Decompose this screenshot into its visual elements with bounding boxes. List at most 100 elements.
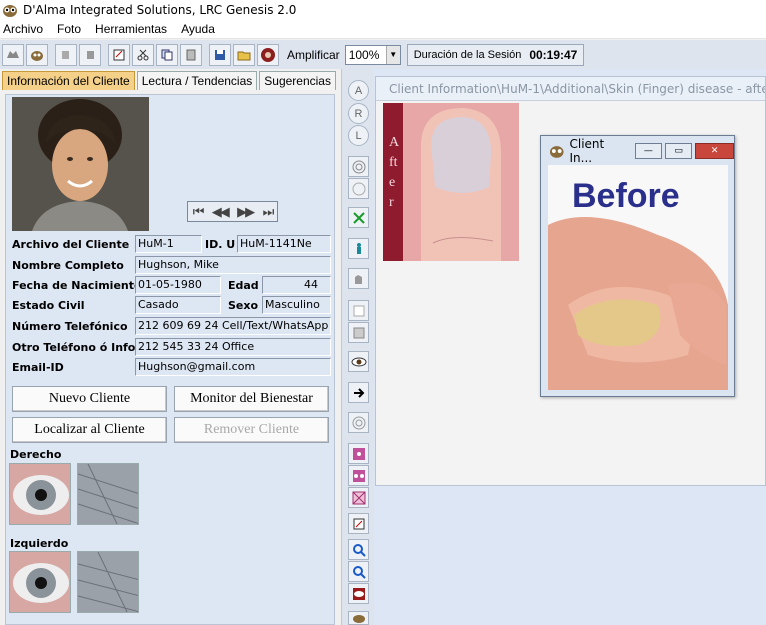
sex-label: Sexo xyxy=(228,299,259,312)
owl-icon[interactable] xyxy=(26,43,48,66)
restore-icon[interactable]: ▭ xyxy=(664,143,693,159)
save-icon[interactable] xyxy=(209,43,231,66)
copy-icon[interactable] xyxy=(156,43,178,66)
wolf-icon[interactable] xyxy=(2,43,24,66)
iris-icon[interactable] xyxy=(257,43,279,66)
menu-foto[interactable]: Foto xyxy=(57,22,88,36)
record-navigation[interactable]: ⏮ ◀◀ ▶▶ ⏭ xyxy=(187,201,278,222)
session-label: Duración de la Sesión xyxy=(413,48,522,61)
name-label: Nombre Completo xyxy=(12,259,124,272)
left-iris-detail-image[interactable] xyxy=(77,551,139,613)
id-field[interactable]: HuM-1141Ne xyxy=(237,235,331,253)
file-label: Archivo del Cliente xyxy=(12,238,130,251)
client-window-title: Client Information\HuM-1\Additional\Skin… xyxy=(389,81,765,96)
redo-icon[interactable] xyxy=(79,43,101,66)
chevron-down-icon[interactable]: ▼ xyxy=(385,45,400,64)
menu-herramientas[interactable]: Herramientas xyxy=(95,22,174,36)
zoom-label: Amplificar xyxy=(287,47,340,62)
owl-logo-icon xyxy=(3,4,17,17)
tab-strip: Información del Cliente Lectura / Tenden… xyxy=(2,71,338,92)
right-iris-image[interactable] xyxy=(9,463,71,525)
age-field[interactable]: 44 xyxy=(262,276,331,294)
menu-ayuda[interactable]: Ayuda xyxy=(181,22,222,36)
edit-image-icon[interactable] xyxy=(348,513,369,534)
age-label: Edad xyxy=(228,279,259,292)
client-window-titlebar[interactable]: Client Information\HuM-1\Additional\Skin… xyxy=(376,77,765,101)
main-toolbar: Amplificar 100% ▼ Duración de la Sesión … xyxy=(0,40,766,69)
menu-archivo[interactable]: Archivo xyxy=(3,22,50,36)
hand-icon[interactable] xyxy=(348,268,369,289)
minimize-icon[interactable]: — xyxy=(634,143,662,159)
dob-field[interactable]: 01-05-1980 xyxy=(135,276,221,294)
dob-label: Fecha de Nacimiento xyxy=(12,279,142,292)
iris-point-icon[interactable] xyxy=(348,443,369,464)
tab-readings[interactable]: Lectura / Tendencias xyxy=(136,71,258,90)
ring-target-icon[interactable] xyxy=(348,412,369,433)
open-folder-icon[interactable] xyxy=(233,43,255,66)
first-record-icon[interactable]: ⏮ xyxy=(193,204,205,220)
vertical-toolbar: A R L xyxy=(341,69,374,625)
blank-page-icon[interactable] xyxy=(348,300,369,321)
figure-icon[interactable] xyxy=(348,238,369,259)
dual-iris-icon[interactable] xyxy=(348,465,369,486)
civil-status-label: Estado Civil xyxy=(12,299,85,312)
zoom-value: 100% xyxy=(348,47,380,62)
sex-field[interactable]: Masculino xyxy=(262,296,331,314)
tab-client-info[interactable]: Información del Cliente xyxy=(2,71,135,90)
left-eye-label: Izquierdo xyxy=(10,537,69,550)
last-record-icon[interactable]: ⏭ xyxy=(263,204,275,220)
paste-icon[interactable] xyxy=(180,43,202,66)
new-client-button[interactable]: Nuevo Cliente xyxy=(12,386,167,412)
before-label: Before xyxy=(572,177,680,215)
title-bar: D'Alma Integrated Solutions, LRC Genesis… xyxy=(0,0,766,19)
undo-icon[interactable] xyxy=(55,43,77,66)
owl-bottom-icon[interactable] xyxy=(348,611,369,625)
previous-record-icon[interactable]: ◀◀ xyxy=(212,204,230,220)
email-field[interactable]: Hughson@gmail.com xyxy=(135,358,331,376)
session-time: 00:19:47 xyxy=(529,47,578,62)
left-iris-image[interactable] xyxy=(9,551,71,613)
ring-icon[interactable] xyxy=(348,178,369,199)
disk-icon[interactable] xyxy=(348,322,369,343)
cut-icon[interactable] xyxy=(132,43,154,66)
grid-pattern-icon[interactable] xyxy=(348,487,369,508)
view-eye-icon[interactable] xyxy=(348,583,369,604)
phone-field[interactable]: 212 609 69 24 Cell/Text/WhatsApp xyxy=(135,317,331,335)
civil-status-field[interactable]: Casado xyxy=(135,296,221,314)
phone2-field[interactable]: 212 545 33 24 Office xyxy=(135,338,331,356)
right-eye-label: Derecho xyxy=(10,448,62,461)
tab-suggestions[interactable]: Sugerencias xyxy=(259,71,336,90)
after-image[interactable]: After xyxy=(383,103,519,261)
client-info-card: ⏮ ◀◀ ▶▶ ⏭ Archivo del Cliente HuM-1 ID. … xyxy=(5,94,335,625)
circle-l-button[interactable]: L xyxy=(348,125,369,146)
arrow-right-icon[interactable] xyxy=(348,382,369,403)
client-photo xyxy=(12,97,149,231)
name-field[interactable]: Hughson, Mike xyxy=(135,256,331,274)
close-x-icon[interactable] xyxy=(348,207,369,228)
before-image-window[interactable]: Client In... — ▭ ✕ Before xyxy=(540,135,735,397)
circle-a-button[interactable]: A xyxy=(348,80,369,101)
edit-document-icon[interactable] xyxy=(108,43,130,66)
circle-r-button[interactable]: R xyxy=(348,103,369,124)
session-timer: Duración de la Sesión 00:19:47 xyxy=(406,43,585,66)
client-panel: Información del Cliente Lectura / Tenden… xyxy=(0,69,338,625)
target-icon[interactable] xyxy=(348,156,369,177)
remove-client-button[interactable]: Remover Cliente xyxy=(174,417,329,443)
wellness-monitor-button[interactable]: Monitor del Bienestar xyxy=(174,386,329,412)
eye-icon[interactable] xyxy=(348,351,369,372)
before-window-titlebar[interactable]: Client In... — ▭ ✕ xyxy=(541,136,734,166)
close-icon[interactable]: ✕ xyxy=(695,143,734,159)
zoom-select[interactable]: 100% ▼ xyxy=(344,44,401,65)
phone2-label: Otro Teléfono ó Info xyxy=(12,341,136,354)
before-image[interactable]: Before xyxy=(548,165,728,390)
right-iris-detail-image[interactable] xyxy=(77,463,139,525)
zoom-out-icon[interactable] xyxy=(348,561,369,582)
locate-client-button[interactable]: Localizar al Cliente xyxy=(12,417,167,443)
email-label: Email-ID xyxy=(12,361,64,374)
id-label: ID. U xyxy=(205,238,236,251)
menu-bar: Archivo Foto Herramientas Ayuda xyxy=(0,19,766,39)
file-field[interactable]: HuM-1 xyxy=(135,235,202,253)
owl-logo-icon xyxy=(549,146,564,158)
zoom-in-icon[interactable] xyxy=(348,539,369,560)
next-record-icon[interactable]: ▶▶ xyxy=(237,204,255,220)
